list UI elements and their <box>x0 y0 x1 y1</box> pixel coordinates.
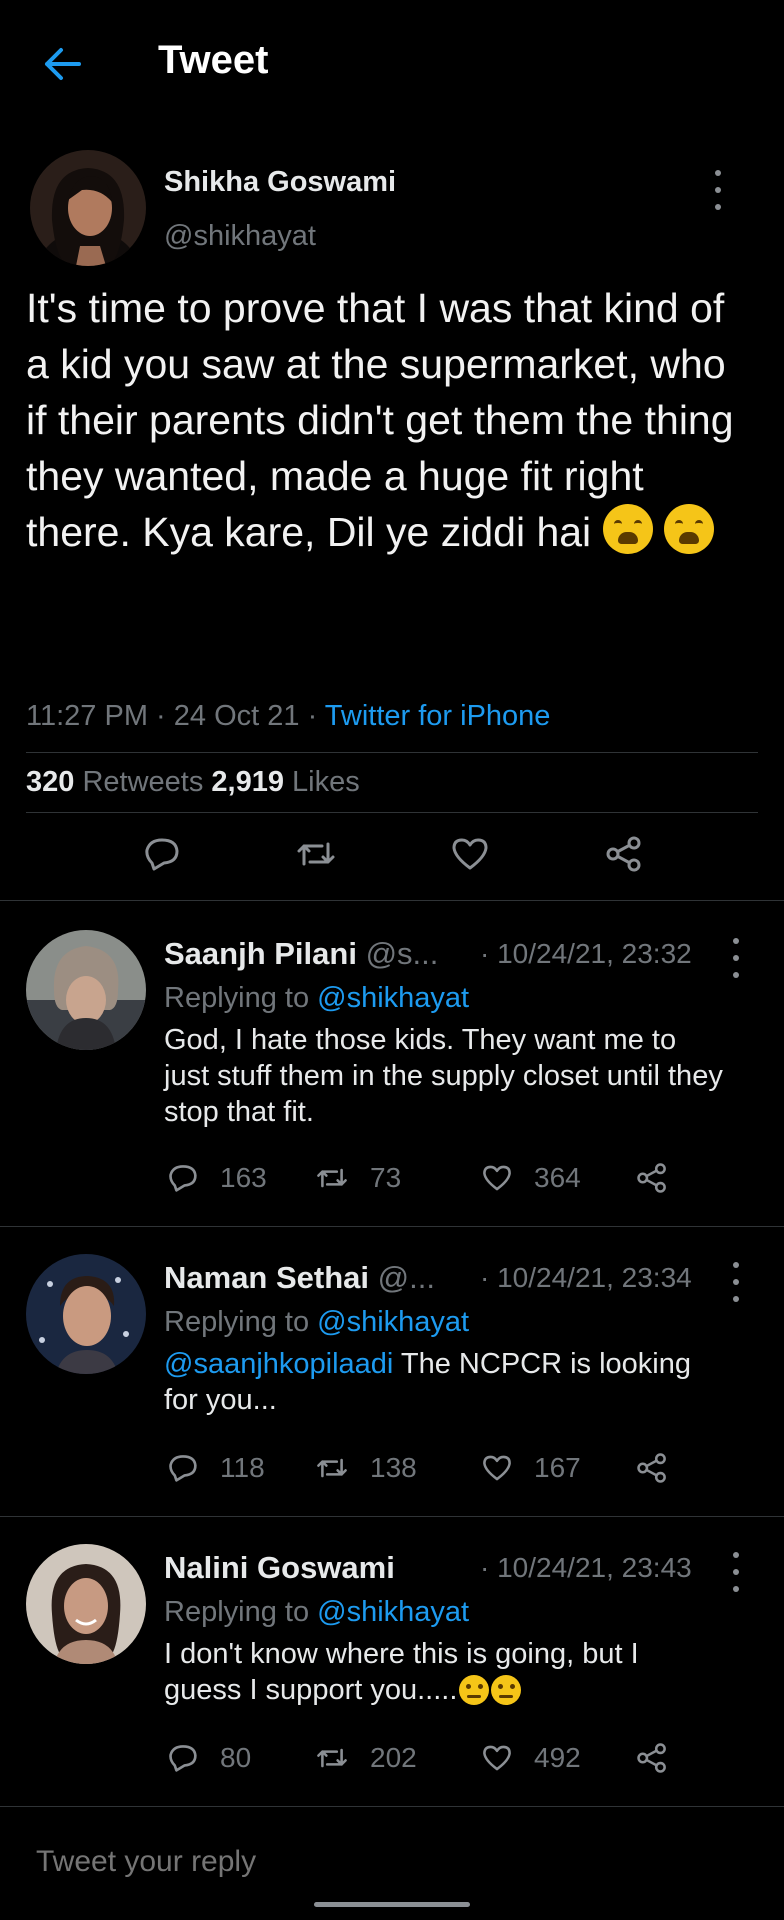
like-count-button[interactable]: 492 <box>482 1738 581 1778</box>
reply-action-bar: 163 73 364 <box>164 1158 724 1198</box>
replying-to-mention[interactable]: @shikhayat <box>317 1306 469 1338</box>
like-count-button[interactable]: 364 <box>482 1158 581 1198</box>
raised-eyebrow-emoji <box>491 1675 522 1705</box>
reply-avatar[interactable] <box>26 1254 146 1374</box>
reply-action-bar: 118 138 167 <box>164 1448 724 1488</box>
more-options-icon[interactable] <box>726 1262 746 1302</box>
like-icon <box>483 1455 511 1481</box>
reply-author[interactable]: Saanjh Pilani @s... <box>164 936 438 972</box>
likes-label[interactable]: Likes <box>292 766 360 798</box>
reply-author-handle[interactable]: @s... <box>366 936 439 971</box>
reply-author-name[interactable]: Saanjh Pilani <box>164 936 357 971</box>
retweet-count: 73 <box>370 1162 402 1193</box>
like-icon <box>483 1745 511 1771</box>
likes-count[interactable]: 2,919 <box>211 766 284 798</box>
weary-face-emoji <box>602 504 653 554</box>
divider <box>26 752 758 753</box>
retweet-icon <box>317 1748 347 1768</box>
tweet-time: 11:27 PM <box>26 700 148 732</box>
retweet-count-button[interactable]: 138 <box>316 1448 417 1488</box>
author-avatar[interactable] <box>30 150 146 266</box>
retweets-label[interactable]: Retweets <box>82 766 203 798</box>
divider <box>26 812 758 813</box>
reply-tweet[interactable]: Saanjh Pilani @s... · 10/24/21, 23:32 Re… <box>0 900 784 1226</box>
reply-body: I don't know where this is going, but I … <box>164 1638 639 1706</box>
reply-count: 163 <box>220 1162 267 1193</box>
reply-tweet[interactable]: Nalini Goswami · 10/24/21, 23:43 Replyin… <box>0 1516 784 1806</box>
reply-mention[interactable]: @saanjhkopilaadi <box>164 1348 393 1380</box>
reply-tweet[interactable]: Naman Sethai @... · 10/24/21, 23:34 Repl… <box>0 1226 784 1516</box>
reply-count: 80 <box>220 1742 252 1773</box>
reply-author-name[interactable]: Naman Sethai <box>164 1260 369 1295</box>
page-title: Tweet <box>158 38 269 82</box>
like-count-button[interactable]: 167 <box>482 1448 581 1488</box>
reply-author-handle[interactable]: @... <box>378 1260 435 1295</box>
reply-avatar[interactable] <box>26 1544 146 1664</box>
like-icon <box>483 1165 511 1191</box>
retweet-count-button[interactable]: 202 <box>316 1738 417 1778</box>
reply-icon <box>169 1745 197 1772</box>
reply-count-button[interactable]: 118 <box>168 1448 265 1488</box>
share-icon[interactable] <box>636 1738 668 1778</box>
retweet-icon <box>317 1458 347 1478</box>
replying-to-mention[interactable]: @shikhayat <box>317 1596 469 1628</box>
reply-timestamp: · 10/24/21, 23:32 <box>480 938 692 969</box>
replying-prefix: Replying to <box>164 1596 318 1628</box>
weary-face-emoji <box>663 504 714 554</box>
tweet-date: 24 Oct 21 <box>173 700 300 732</box>
tweet-action-bar <box>0 828 784 888</box>
retweets-count[interactable]: 320 <box>26 766 74 798</box>
reply-icon <box>169 1165 197 1192</box>
more-options-icon[interactable] <box>726 938 746 978</box>
top-bar: Tweet <box>0 0 784 126</box>
reply-count-button[interactable]: 80 <box>168 1738 251 1778</box>
more-options-icon[interactable] <box>708 170 728 210</box>
like-count: 492 <box>534 1742 581 1773</box>
reply-timestamp: · 10/24/21, 23:43 <box>480 1552 692 1583</box>
reply-timestamp: · 10/24/21, 23:34 <box>480 1262 692 1293</box>
like-count: 167 <box>534 1452 581 1483</box>
share-icon[interactable] <box>636 1158 668 1198</box>
replying-to: Replying to @shikhayat <box>164 1596 469 1629</box>
retweet-count-button[interactable]: 73 <box>316 1158 401 1198</box>
home-indicator[interactable] <box>314 1902 470 1907</box>
retweet-icon[interactable] <box>290 828 342 880</box>
like-count: 364 <box>534 1162 581 1193</box>
retweet-count: 202 <box>370 1742 417 1773</box>
reply-text: I don't know where this is going, but I … <box>164 1636 724 1708</box>
back-arrow-icon[interactable] <box>38 40 86 88</box>
tweet-text: It's time to prove that I was that kind … <box>26 280 756 560</box>
reply-action-bar: 80 202 492 <box>164 1738 724 1778</box>
reply-text: God, I hate those kids. They want me to … <box>164 1024 723 1128</box>
reply-count: 118 <box>220 1452 265 1483</box>
reply-text: @saanjhkopilaadi The NCPCR is looking fo… <box>164 1346 724 1418</box>
like-icon[interactable] <box>444 828 496 880</box>
reply-input[interactable] <box>36 1845 736 1879</box>
replying-to-mention[interactable]: @shikhayat <box>317 982 469 1014</box>
retweet-count: 138 <box>370 1452 417 1483</box>
replying-to: Replying to @shikhayat <box>164 1306 469 1339</box>
reply-icon[interactable] <box>136 828 188 880</box>
replying-to: Replying to @shikhayat <box>164 982 469 1015</box>
tweet-source-link[interactable]: Twitter for iPhone <box>325 700 551 732</box>
reply-author[interactable]: Nalini Goswami <box>164 1550 395 1586</box>
raised-eyebrow-emoji <box>459 1675 490 1705</box>
tweet-stats: 320 Retweets 2,919 Likes <box>26 766 360 799</box>
reply-avatar[interactable] <box>26 930 146 1050</box>
reply-author-name[interactable]: Nalini Goswami <box>164 1550 395 1585</box>
author-handle[interactable]: @shikhayat <box>164 220 316 253</box>
share-icon[interactable] <box>636 1448 668 1488</box>
more-options-icon[interactable] <box>726 1552 746 1592</box>
reply-count-button[interactable]: 163 <box>168 1158 267 1198</box>
tweet-meta: 11:27 PM · 24 Oct 21 · Twitter for iPhon… <box>26 700 551 732</box>
reply-author[interactable]: Naman Sethai @... <box>164 1260 435 1296</box>
author-name[interactable]: Shikha Goswami <box>164 166 396 199</box>
share-icon[interactable] <box>598 828 650 880</box>
replying-prefix: Replying to <box>164 1306 318 1338</box>
reply-icon <box>169 1455 197 1482</box>
replying-prefix: Replying to <box>164 982 318 1014</box>
retweet-icon <box>317 1168 347 1188</box>
